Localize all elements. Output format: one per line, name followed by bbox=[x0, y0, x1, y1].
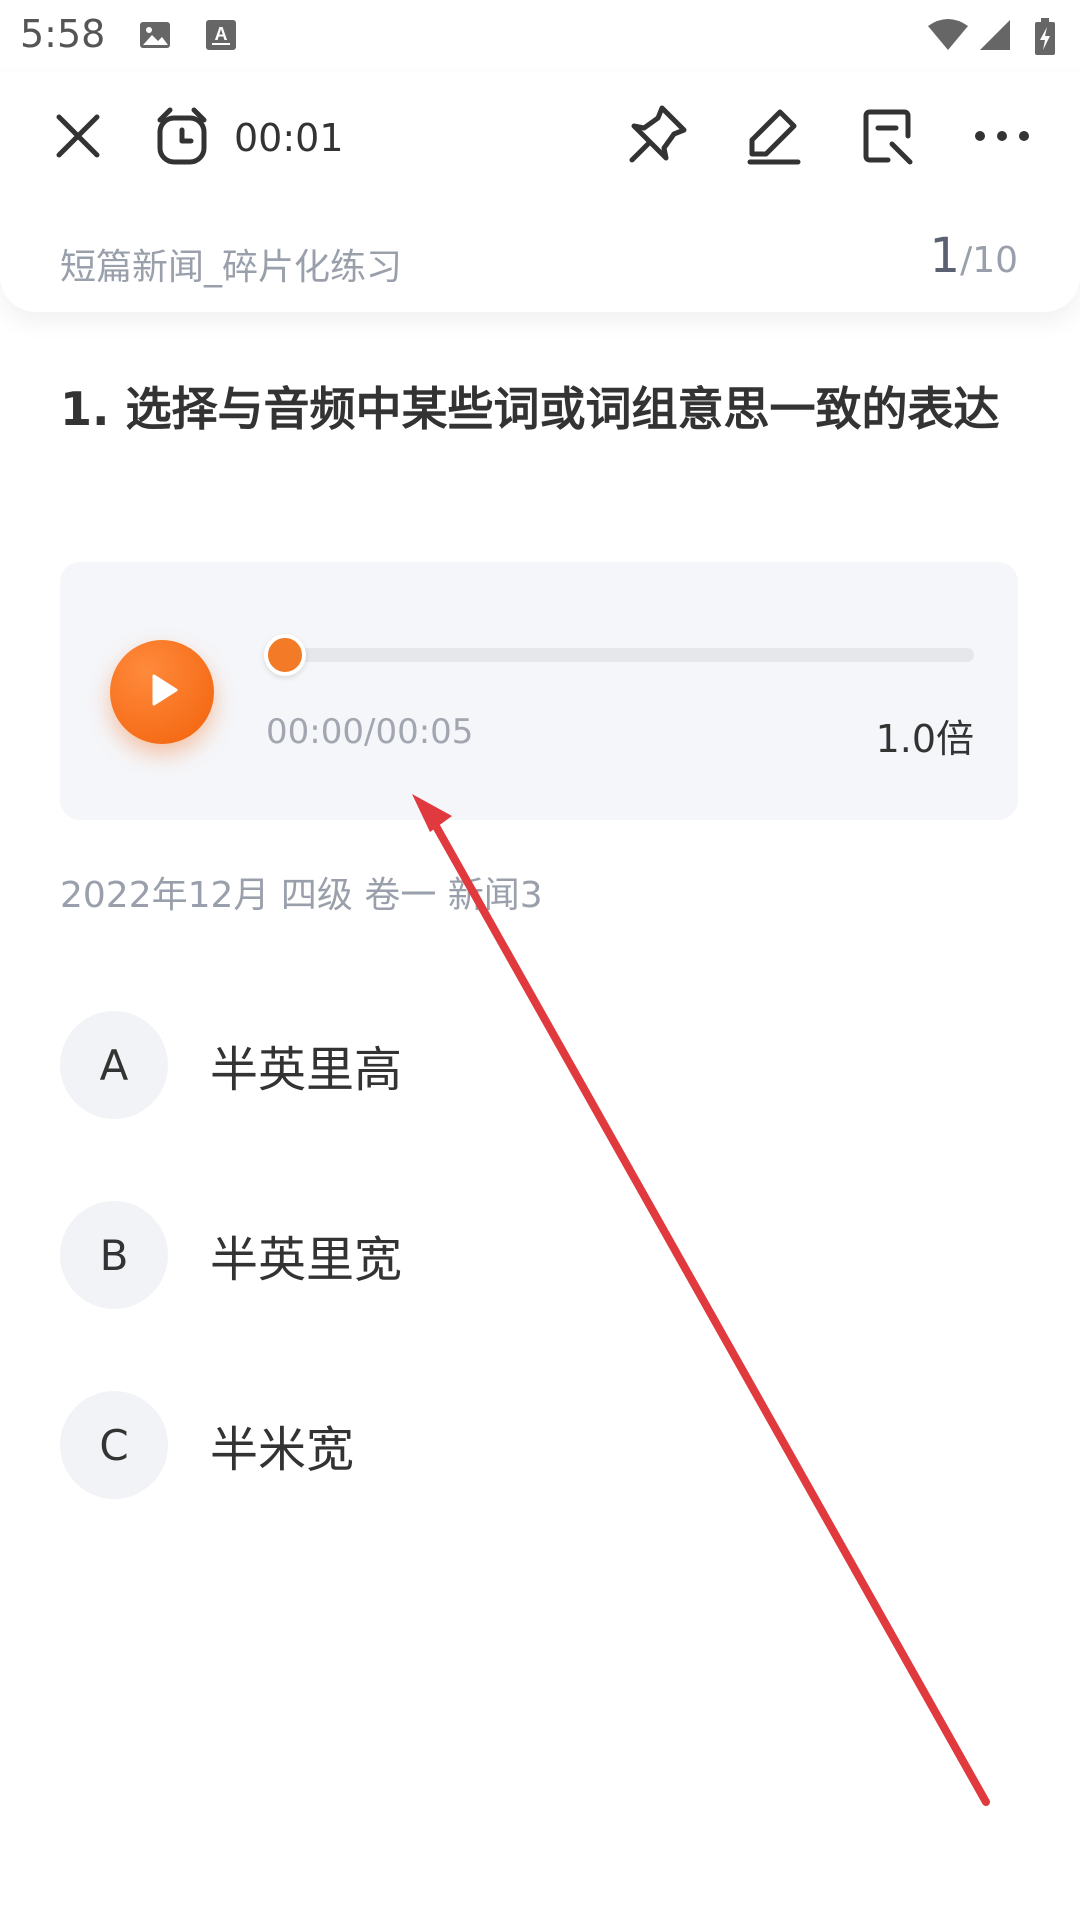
option-text: 半英里高 bbox=[210, 1042, 403, 1098]
playback-speed[interactable]: 1.0倍 bbox=[876, 708, 974, 763]
audio-time: 00:00/00:05 bbox=[266, 712, 474, 752]
close-icon bbox=[53, 111, 103, 165]
answer-sheet-button[interactable] bbox=[856, 106, 920, 170]
audio-progress-thumb[interactable] bbox=[264, 634, 306, 676]
pin-button[interactable] bbox=[626, 104, 690, 168]
timer-button[interactable] bbox=[150, 106, 214, 170]
pin-icon bbox=[626, 102, 690, 170]
option-c[interactable]: C 半米宽 bbox=[60, 1390, 1020, 1500]
alarm-clock-icon bbox=[152, 106, 212, 170]
play-icon bbox=[142, 670, 182, 714]
option-text: 半英里宽 bbox=[210, 1232, 403, 1288]
option-text: 半米宽 bbox=[210, 1422, 355, 1478]
svg-text:A: A bbox=[215, 24, 228, 44]
edit-icon bbox=[744, 106, 804, 170]
answer-sheet-icon bbox=[858, 106, 918, 170]
play-button[interactable] bbox=[110, 640, 214, 744]
more-button[interactable] bbox=[970, 106, 1034, 170]
practice-title: 短篇新闻_碎片化练习 bbox=[60, 247, 403, 288]
timer-text: 00:01 bbox=[234, 116, 344, 160]
status-bar: 5:58 A bbox=[0, 0, 1080, 72]
battery-charging-icon bbox=[1034, 18, 1056, 55]
option-a[interactable]: A 半英里高 bbox=[60, 1010, 1020, 1120]
more-icon bbox=[972, 126, 1032, 150]
audio-progress-track[interactable] bbox=[264, 634, 974, 676]
keyboard-a-icon: A bbox=[204, 18, 238, 52]
question-source: 2022年12月 四级 卷一 新闻3 bbox=[60, 875, 543, 916]
page-current: 1 bbox=[929, 228, 961, 284]
option-letter: B bbox=[60, 1201, 168, 1309]
question-title: 1. 选择与音频中某些词或词组意思一致的表达 bbox=[60, 382, 1000, 436]
edit-button[interactable] bbox=[742, 106, 806, 170]
close-button[interactable] bbox=[46, 106, 110, 170]
option-letter: C bbox=[60, 1391, 168, 1499]
option-b[interactable]: B 半英里宽 bbox=[60, 1200, 1020, 1310]
image-icon bbox=[138, 18, 172, 52]
option-letter: A bbox=[60, 1011, 168, 1119]
status-time: 5:58 bbox=[20, 12, 106, 56]
page-counter: 1/10 bbox=[930, 228, 1018, 284]
signal-icon bbox=[978, 18, 1012, 52]
page-total: /10 bbox=[960, 240, 1018, 281]
wifi-icon bbox=[926, 18, 970, 52]
audio-player: 00:00/00:05 1.0倍 bbox=[60, 562, 1018, 820]
